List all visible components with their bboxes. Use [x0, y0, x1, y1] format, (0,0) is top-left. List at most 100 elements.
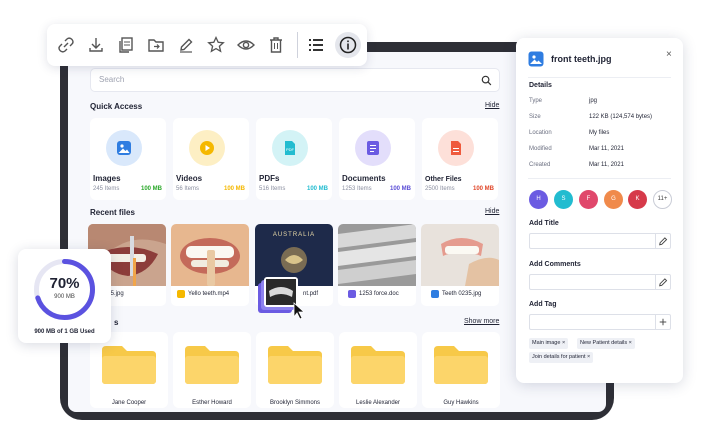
detail-value: Mar 11, 2021: [589, 146, 624, 152]
storage-used-amount: 900 MB: [54, 294, 75, 300]
detail-key: Modified: [529, 146, 552, 152]
folder-card[interactable]: Esther Howard: [173, 332, 251, 408]
dragged-xray-thumbnail[interactable]: [256, 273, 306, 319]
folder-icon: [268, 346, 322, 384]
folder-card[interactable]: Guy Hawkins: [422, 332, 500, 408]
file-icon: [451, 141, 461, 155]
image-file-icon: [528, 51, 544, 67]
images-icon-bg: [106, 130, 142, 166]
tag-chip[interactable]: Join details for patient ×: [529, 352, 594, 363]
avatar[interactable]: F: [579, 190, 598, 209]
avatar[interactable]: S: [554, 190, 573, 209]
folder-icon: [185, 346, 239, 384]
more-avatars-button[interactable]: 11+: [653, 190, 672, 209]
recent-file-card[interactable]: Teeth 0235.jpg: [421, 224, 499, 306]
tag-remove-icon[interactable]: ×: [629, 340, 632, 346]
documents-icon-bg: [355, 130, 391, 166]
qa-size: 100 MB: [389, 186, 411, 192]
edit-icon[interactable]: [655, 234, 670, 248]
folder-icon: [102, 346, 156, 384]
folder-card[interactable]: Brooklyn Simmons: [256, 332, 334, 408]
folders-show-more-link[interactable]: Show more: [464, 318, 499, 325]
quick-access-images[interactable]: Images 245 Items 100 MB: [90, 118, 166, 200]
tag-label: New Patient details: [580, 340, 628, 346]
quick-access-documents[interactable]: Documents 1253 Items 100 MB: [339, 118, 415, 200]
qa-size: 100 MB: [472, 186, 494, 192]
qa-count: 516 Items: [259, 186, 286, 192]
plus-icon[interactable]: [655, 315, 670, 329]
svg-text:PDF: PDF: [286, 147, 295, 152]
quick-access-hide-link[interactable]: Hide: [485, 102, 499, 109]
folders-title: s: [114, 318, 119, 327]
copy-icon[interactable]: [116, 35, 136, 55]
quick-access-videos[interactable]: Videos 56 Items 100 MB: [173, 118, 249, 200]
videos-icon-bg: [189, 130, 225, 166]
star-icon[interactable]: [206, 35, 226, 55]
eye-icon[interactable]: [236, 35, 256, 55]
folder-name: Esther Howard: [192, 400, 232, 406]
link-icon[interactable]: [56, 35, 76, 55]
folder-icon: [351, 346, 405, 384]
tag-remove-icon[interactable]: ×: [587, 354, 590, 360]
teeth-video-thumbnail: [171, 224, 249, 286]
edit-icon[interactable]: [176, 35, 196, 55]
detail-key: Type: [529, 98, 543, 104]
tag-remove-icon[interactable]: ×: [562, 340, 565, 346]
document-icon: [367, 141, 379, 155]
avatar[interactable]: H: [529, 190, 548, 209]
avatar[interactable]: G: [604, 190, 623, 209]
video-badge-icon: [177, 290, 185, 298]
recent-file-card[interactable]: 1253 force.doc: [338, 224, 416, 306]
pdf-icon: PDF: [285, 141, 295, 155]
add-title-label: Add Title: [529, 220, 559, 227]
move-to-folder-icon[interactable]: [146, 35, 166, 55]
file-name-title: front teeth.jpg: [551, 54, 612, 64]
divider: [528, 178, 671, 179]
avatar[interactable]: K: [628, 190, 647, 209]
qa-name: Documents: [342, 174, 386, 183]
qa-name: PDFs: [259, 174, 280, 183]
tag-chip[interactable]: Main image ×: [529, 338, 569, 349]
detail-key: Location: [529, 130, 552, 136]
list-icon[interactable]: [306, 35, 326, 55]
trash-icon[interactable]: [266, 35, 286, 55]
passport-label: AUSTRALIA: [272, 232, 316, 238]
folder-name: Brooklyn Simmons: [269, 400, 320, 406]
recent-files-hide-link[interactable]: Hide: [485, 208, 499, 215]
recent-file-name: Yello teeth.mp4: [188, 291, 230, 297]
quick-access-pdfs[interactable]: PDF PDFs 516 Items 100 MB: [256, 118, 332, 200]
title-input[interactable]: [529, 233, 671, 249]
divider: [528, 77, 671, 78]
folder-name: Leslie Alexander: [355, 400, 401, 406]
info-icon[interactable]: [338, 35, 358, 55]
document-scan-thumbnail: [338, 224, 416, 286]
quick-access-other-files[interactable]: Other Files 2500 Items 100 MB: [422, 118, 498, 200]
folder-card[interactable]: Leslie Alexander: [339, 332, 417, 408]
folder-icon: [434, 346, 488, 384]
close-icon[interactable]: ×: [666, 49, 672, 60]
pdfs-icon-bg: PDF: [272, 130, 308, 166]
edit-icon[interactable]: [655, 275, 670, 289]
qa-name: Other Files: [425, 176, 462, 183]
download-icon[interactable]: [86, 35, 106, 55]
tag-input[interactable]: [529, 314, 671, 330]
qa-size: 100 MB: [223, 186, 245, 192]
search-icon[interactable]: [481, 75, 492, 86]
search-input[interactable]: Search: [90, 68, 500, 92]
image-badge-icon: [431, 290, 439, 298]
comments-input[interactable]: [529, 274, 671, 290]
document-badge-icon: [348, 290, 356, 298]
recent-file-card[interactable]: Yello teeth.mp4: [171, 224, 249, 306]
detail-key: Size: [529, 114, 541, 120]
tag-chip[interactable]: New Patient details ×: [577, 338, 635, 349]
tag-label: Join details for patient: [532, 354, 586, 360]
add-comments-label: Add Comments: [529, 261, 581, 268]
folder-card[interactable]: Jane Cooper: [90, 332, 168, 408]
detail-value: jpg: [589, 98, 598, 104]
qa-count: 245 Items: [93, 186, 120, 192]
search-placeholder: Search: [99, 75, 125, 84]
qa-count: 1253 Items: [342, 186, 372, 192]
folder-name: Jane Cooper: [111, 400, 147, 406]
details-section-title: Details: [529, 82, 552, 89]
recent-file-name: 1253 force.doc: [359, 291, 399, 297]
